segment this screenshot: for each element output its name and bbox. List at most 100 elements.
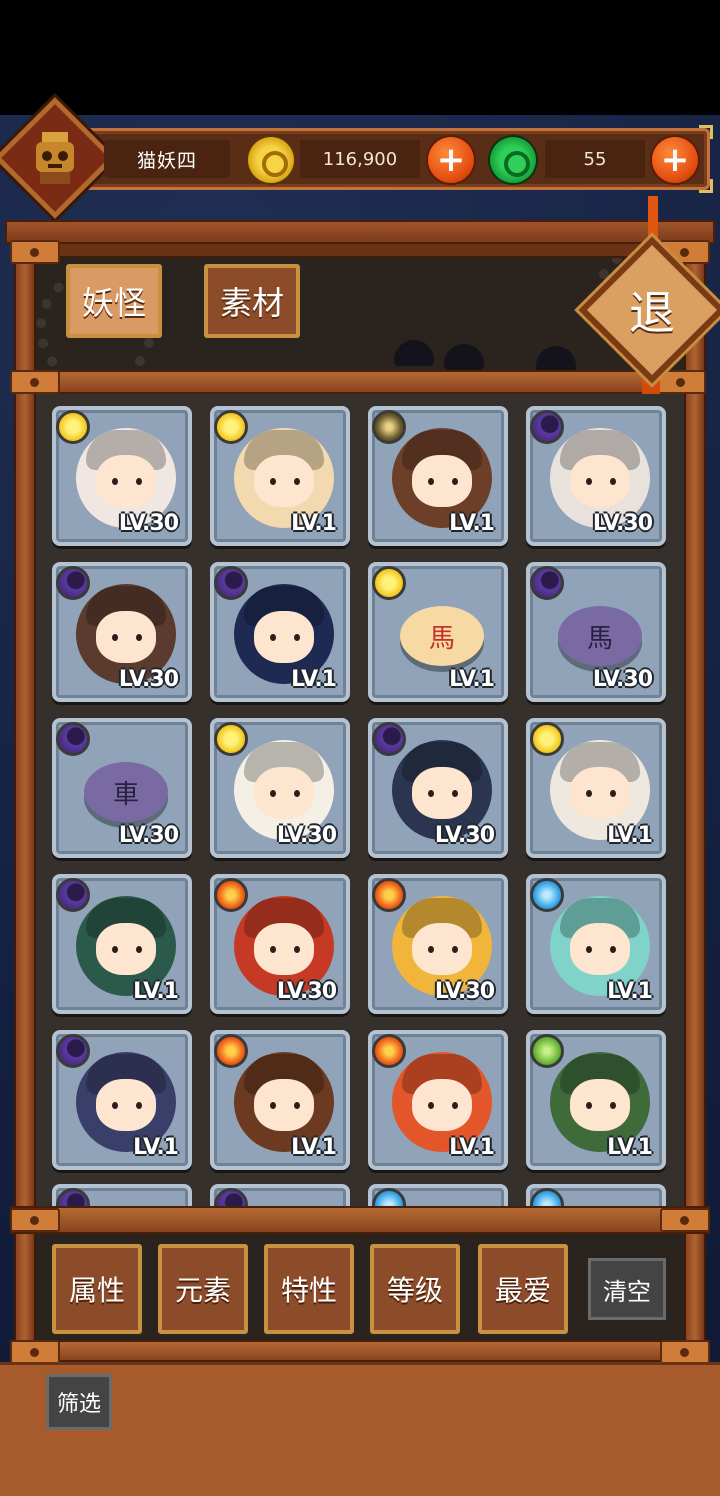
moon-element-icon [530, 410, 564, 444]
tab-monsters[interactable]: 妖怪 [66, 264, 162, 338]
character-face [412, 767, 472, 819]
monster-card[interactable]: 馬 LV.30 [526, 562, 666, 702]
character-face [412, 923, 472, 975]
clear-filters-button[interactable]: 清空 [588, 1258, 666, 1320]
card-level: LV.1 [133, 1135, 179, 1160]
sun-element-icon [530, 722, 564, 756]
bracket-decoration [10, 1208, 60, 1232]
character-face [96, 1079, 156, 1131]
card-level: LV.1 [607, 1135, 653, 1160]
character-face [254, 767, 314, 819]
character-eye [270, 790, 276, 797]
add-gems-button[interactable]: + [652, 137, 698, 183]
character-eye [452, 1102, 458, 1109]
sun-element-icon [214, 410, 248, 444]
monster-card[interactable]: LV.1 [210, 1030, 350, 1170]
card-level: LV.1 [291, 511, 337, 536]
bracket-decoration [10, 370, 60, 394]
gem-count: 55 [545, 140, 645, 178]
moon-element-icon [214, 566, 248, 600]
monster-grid: LV.30 LV.1 LV.1 LV.30 LV.30 LV.1 馬 LV.1 馬 LV.30 車 L… [36, 394, 684, 1210]
monster-card[interactable]: 馬 LV.1 [368, 562, 508, 702]
filter-element-button[interactable]: 元素 [158, 1244, 248, 1334]
character-face [254, 1079, 314, 1131]
monster-card[interactable]: LV.1 [368, 1030, 508, 1170]
shelf-beam-middle [10, 1206, 710, 1234]
moon-element-icon [530, 566, 564, 600]
fire-element-icon [214, 878, 248, 912]
character-face [254, 455, 314, 507]
coin-icon [248, 137, 294, 183]
character-face [570, 1079, 630, 1131]
filter-favorite-button[interactable]: 最爱 [478, 1244, 568, 1334]
shelf-beam-top [15, 370, 705, 394]
filter-level-button[interactable]: 等级 [370, 1244, 460, 1334]
bracket-decoration [660, 1208, 710, 1232]
character-eye [428, 790, 434, 797]
monster-card[interactable]: LV.1 [52, 1030, 192, 1170]
character-face [570, 767, 630, 819]
card-level: LV.1 [449, 667, 495, 692]
cabinet-top-beam [5, 220, 715, 244]
filter-screen-button[interactable]: 筛选 [46, 1374, 112, 1430]
character-eye [112, 478, 118, 485]
filter-attribute-button[interactable]: 属性 [52, 1244, 142, 1334]
character-eye [294, 478, 300, 485]
character-eye [294, 1102, 300, 1109]
monster-card[interactable]: LV.30 [526, 406, 666, 546]
sun-element-icon [56, 410, 90, 444]
monster-card[interactable]: LV.1 [368, 406, 508, 546]
chess-piece-icon: 馬 [400, 606, 484, 666]
exit-button-label[interactable]: 退 [600, 258, 704, 362]
character-eye [294, 790, 300, 797]
moon-element-icon [372, 722, 406, 756]
cabinet-left-post [14, 244, 36, 1364]
character-eye [452, 790, 458, 797]
character-face [96, 923, 156, 975]
monster-silhouette [536, 346, 576, 372]
character-face [412, 455, 472, 507]
player-avatar-icon[interactable] [28, 130, 82, 186]
monster-card[interactable]: LV.30 [52, 406, 192, 546]
character-eye [428, 946, 434, 953]
character-eye [610, 1102, 616, 1109]
coin-count: 116,900 [300, 140, 420, 178]
monster-silhouette [394, 340, 434, 366]
character-face [254, 611, 314, 663]
monster-card[interactable]: LV.1 [526, 718, 666, 858]
hud-corner-decoration [699, 179, 713, 193]
character-eye [270, 478, 276, 485]
bracket-decoration [660, 1340, 710, 1364]
character-eye [452, 478, 458, 485]
sun-element-icon [372, 566, 406, 600]
monster-card[interactable]: LV.30 [52, 562, 192, 702]
gem-icon [490, 137, 536, 183]
tab-materials[interactable]: 素材 [204, 264, 300, 338]
character-eye [270, 946, 276, 953]
character-eye [112, 1102, 118, 1109]
fire-element-icon [372, 878, 406, 912]
card-level: LV.1 [607, 979, 653, 1004]
character-face [570, 923, 630, 975]
monster-card[interactable]: LV.30 [210, 874, 350, 1014]
character-eye [112, 946, 118, 953]
cabinet-right-post [684, 244, 706, 1364]
card-level: LV.30 [118, 667, 179, 692]
monster-card[interactable]: LV.30 [210, 718, 350, 858]
monster-card[interactable]: LV.1 [210, 406, 350, 546]
monster-card[interactable]: LV.1 [526, 874, 666, 1014]
cabinet-top-trim [15, 244, 705, 258]
filter-trait-button[interactable]: 特性 [264, 1244, 354, 1334]
monster-card[interactable]: LV.1 [526, 1030, 666, 1170]
monster-card[interactable]: LV.30 [368, 718, 508, 858]
monster-card[interactable]: LV.1 [210, 562, 350, 702]
shelf-beam-bottom [10, 1340, 710, 1362]
monster-card[interactable]: 車 LV.30 [52, 718, 192, 858]
monster-card[interactable]: LV.30 [368, 874, 508, 1014]
moon-element-icon [56, 722, 90, 756]
character-eye [452, 946, 458, 953]
card-level: LV.30 [434, 979, 495, 1004]
add-coins-button[interactable]: + [428, 137, 474, 183]
card-level: LV.1 [291, 667, 337, 692]
monster-card[interactable]: LV.1 [52, 874, 192, 1014]
